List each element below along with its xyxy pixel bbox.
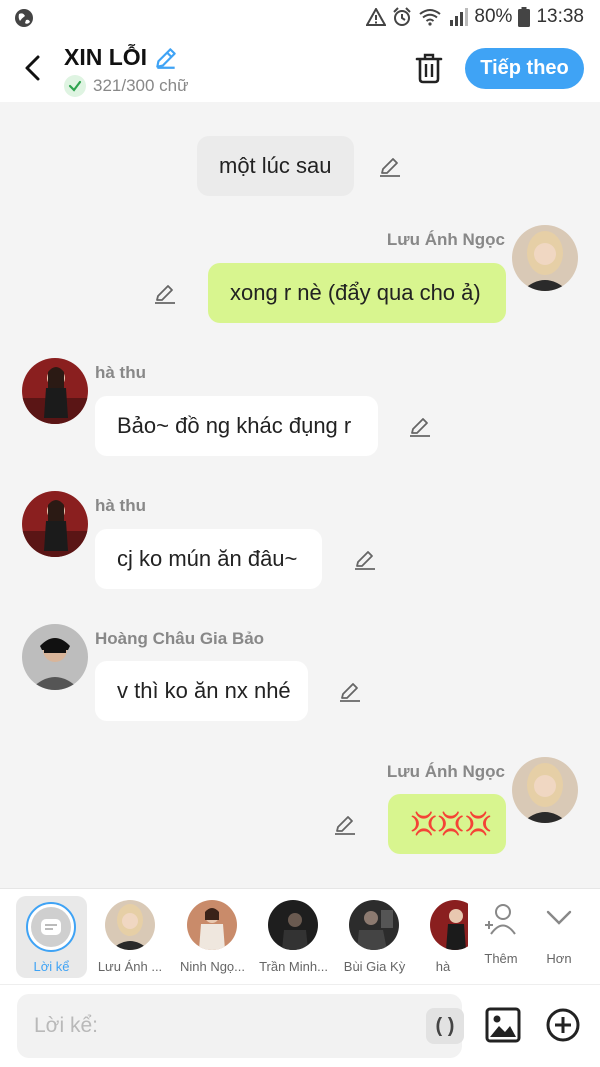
- message-text: xong r nè (đẩy qua cho ả): [230, 280, 481, 305]
- status-bar: 80% 13:38: [0, 0, 600, 36]
- add-character-label: Thêm: [484, 951, 518, 966]
- avatar[interactable]: [512, 757, 578, 823]
- title-block: XIN LỖI 321/300 chữ: [64, 44, 189, 97]
- trash-icon[interactable]: [414, 52, 444, 84]
- narrator-button[interactable]: Lời kể: [16, 896, 87, 978]
- narrator-label: Lời kể: [33, 959, 70, 974]
- message-bubble[interactable]: cj ko mún ăn đâu~: [95, 529, 322, 589]
- avatar: [187, 900, 237, 950]
- avatar: [268, 900, 318, 950]
- add-character-icon: [485, 904, 516, 935]
- character-item[interactable]: Lưu Ánh ...: [95, 889, 165, 985]
- message-text: Bảo~ đồ ng khác đụng r: [117, 413, 352, 438]
- battery-percent: 80%: [474, 6, 513, 27]
- header: XIN LỖI 321/300 chữ Tiếp theo: [0, 36, 600, 102]
- avatar: [430, 900, 468, 950]
- edit-icon[interactable]: [378, 155, 402, 179]
- next-button[interactable]: Tiếp theo: [465, 48, 584, 89]
- message-input[interactable]: [34, 994, 414, 1058]
- globe-icon: [15, 9, 33, 27]
- character-name: Bùi Gia Kỳ: [343, 959, 406, 974]
- chevron-down-icon: [546, 910, 572, 925]
- message-bubble[interactable]: xong r nè (đẩy qua cho ả): [208, 263, 506, 323]
- edit-icon[interactable]: [353, 548, 377, 572]
- back-icon[interactable]: [20, 52, 46, 84]
- avatar[interactable]: [22, 624, 88, 690]
- sender-name: Lưu Ánh Ngọc: [386, 230, 505, 249]
- message-text: cj ko mún ăn đâu~: [117, 546, 298, 571]
- avatar: [105, 900, 155, 950]
- story-title-text: XIN LỖI: [64, 44, 148, 70]
- avatar[interactable]: [22, 491, 88, 557]
- character-item[interactable]: Trần Minh...: [256, 889, 331, 985]
- message-input-wrap: ( ): [17, 994, 464, 1058]
- character-item[interactable]: Ninh Ngọ...: [175, 889, 250, 985]
- avatar[interactable]: [22, 358, 88, 424]
- add-character-button[interactable]: Thêm: [471, 889, 531, 985]
- sender-name: Lưu Ánh Ngọc: [386, 762, 505, 781]
- story-title[interactable]: XIN LỖI: [64, 44, 189, 71]
- character-name: Ninh Ngọ...: [179, 959, 246, 974]
- chat-area: một lúc sau Lưu Ánh Ngọc xong r nè (đẩy …: [0, 102, 600, 888]
- expand-button[interactable]: Hơn: [530, 889, 588, 985]
- message-text: một lúc sau: [219, 153, 332, 178]
- character-name: Trần Minh...: [259, 959, 328, 974]
- sender-name: hà thu: [95, 496, 146, 515]
- wifi-icon: [419, 9, 442, 26]
- image-icon[interactable]: [485, 1007, 521, 1043]
- word-count-row: 321/300 chữ: [64, 75, 189, 97]
- message-text: 💢💢💢: [410, 811, 493, 836]
- message-bubble[interactable]: Bảo~ đồ ng khác đụng r: [95, 396, 378, 456]
- edit-title-icon[interactable]: [153, 45, 179, 71]
- avatar: [349, 900, 399, 950]
- character-item[interactable]: Bùi Gia Kỳ: [337, 889, 412, 985]
- check-icon: [64, 75, 86, 97]
- edit-icon[interactable]: [408, 415, 432, 439]
- battery-icon: [518, 7, 531, 27]
- sender-name: hà thu: [95, 363, 146, 382]
- message-bubble[interactable]: 💢💢💢: [388, 794, 506, 854]
- edit-icon[interactable]: [338, 680, 362, 704]
- avatar[interactable]: [512, 225, 578, 291]
- character-name: hà: [435, 959, 451, 974]
- signal-icon: [450, 8, 469, 26]
- parenthesis-button[interactable]: ( ): [426, 1008, 464, 1044]
- sender-name: Hoàng Châu Gia Bảo: [95, 629, 265, 648]
- edit-icon[interactable]: [333, 813, 357, 837]
- character-name: Lưu Ánh ...: [97, 959, 163, 974]
- edit-icon[interactable]: [153, 282, 177, 306]
- alarm-icon: [393, 7, 412, 26]
- message-bubble[interactable]: v thì ko ăn nx nhé: [95, 661, 308, 721]
- message-text: v thì ko ăn nx nhé: [117, 678, 291, 703]
- clock: 13:38: [536, 6, 584, 27]
- warning-icon: [366, 8, 387, 26]
- expand-label: Hơn: [546, 951, 572, 966]
- plus-circle-icon[interactable]: [546, 1008, 580, 1042]
- character-bar: Lời kể Lưu Ánh ... Ninh Ngọ... Trần Minh…: [0, 888, 600, 984]
- input-bar: ( ): [0, 984, 600, 1067]
- character-item[interactable]: hà: [418, 889, 468, 985]
- narrator-icon: [26, 902, 76, 952]
- narration-bubble[interactable]: một lúc sau: [197, 136, 354, 196]
- word-count: 321/300 chữ: [93, 76, 189, 95]
